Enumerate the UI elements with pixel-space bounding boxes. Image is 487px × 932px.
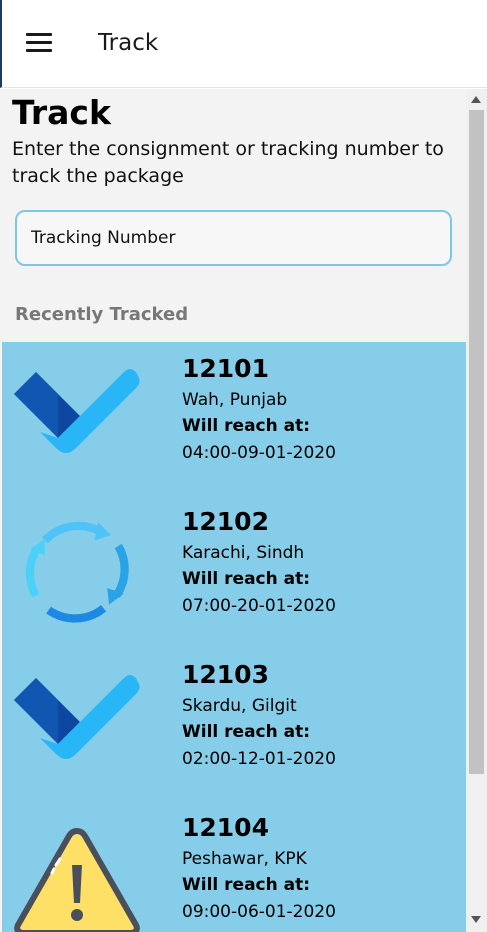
tracking-number-input[interactable]: [15, 210, 452, 266]
list-item[interactable]: 12102 Karachi, Sindh Will reach at: 07:0…: [2, 495, 466, 648]
tracking-id: 12104: [182, 813, 269, 842]
location: Skardu, Gilgit: [182, 696, 297, 716]
page-subtitle: Enter the consignment or tracking number…: [12, 138, 444, 187]
scroll-down-arrow-icon[interactable]: [471, 916, 481, 923]
reach-time: 04:00-09-01-2020: [182, 443, 336, 463]
reach-time: 07:00-20-01-2020: [182, 596, 336, 616]
sync-icon: [25, 521, 129, 623]
list-item[interactable]: 12101 Wah, Punjab Will reach at: 04:00-0…: [2, 342, 466, 495]
scroll-up-arrow-icon[interactable]: [471, 96, 481, 103]
track-page: Track Enter the consignment or tracking …: [0, 89, 466, 932]
reach-label: Will reach at:: [182, 722, 311, 742]
check-icon: [14, 369, 140, 453]
list-item[interactable]: 12104 Peshawar, KPK Will reach at: 09:00…: [2, 801, 466, 932]
app-bar-title: Track: [98, 30, 159, 56]
location: Wah, Punjab: [182, 390, 288, 410]
app-bar: Track: [0, 0, 487, 88]
hamburger-menu-icon[interactable]: [26, 33, 52, 53]
reach-label: Will reach at:: [182, 416, 311, 436]
reach-time: 02:00-12-01-2020: [182, 749, 336, 769]
recently-tracked-label: Recently Tracked: [15, 304, 189, 325]
tracking-id: 12103: [182, 660, 269, 689]
warning-icon: [14, 828, 140, 932]
reach-label: Will reach at:: [182, 569, 311, 589]
tracking-id: 12102: [182, 507, 269, 536]
vertical-scrollbar[interactable]: [466, 89, 487, 932]
check-icon: [14, 675, 140, 759]
reach-time: 09:00-06-01-2020: [182, 902, 336, 922]
list-item[interactable]: 12103 Skardu, Gilgit Will reach at: 02:0…: [2, 648, 466, 801]
reach-label: Will reach at:: [182, 875, 311, 895]
location: Peshawar, KPK: [182, 849, 307, 869]
recently-tracked-list: 12101 Wah, Punjab Will reach at: 04:00-0…: [2, 342, 466, 932]
scroll-thumb[interactable]: [469, 110, 484, 774]
tracking-id: 12101: [182, 354, 269, 383]
page-title: Track: [12, 93, 111, 132]
location: Karachi, Sindh: [182, 543, 305, 563]
